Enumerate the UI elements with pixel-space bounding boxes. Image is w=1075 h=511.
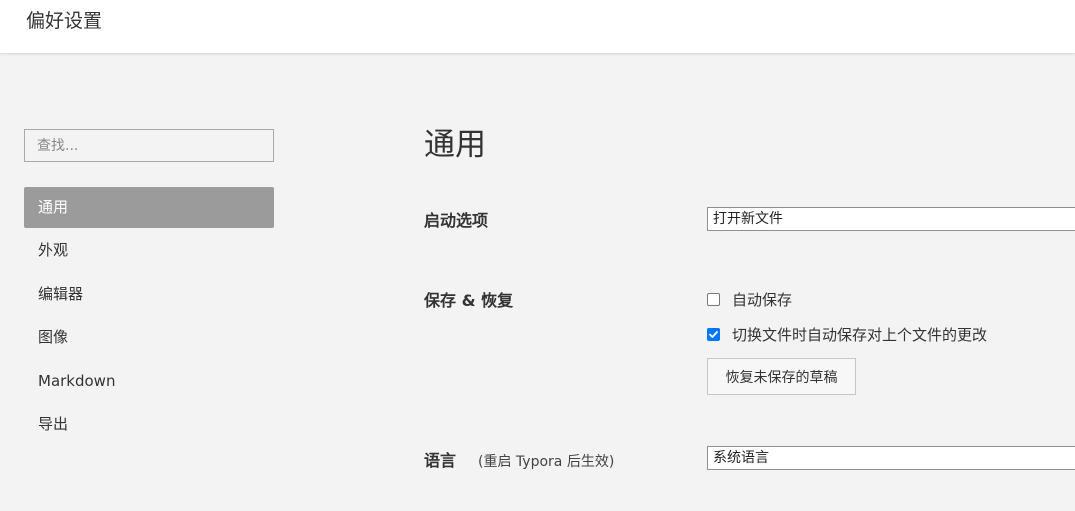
- autosave-checkbox[interactable]: [707, 292, 720, 306]
- autosave-on-switch-label: 切换文件时自动保存对上个文件的更改: [732, 325, 988, 344]
- language-select[interactable]: 系统语言: [707, 446, 1075, 470]
- language-row-label: 语言 (重启 Typora 后生效): [424, 447, 614, 471]
- checkmark-icon: [709, 330, 718, 338]
- sidebar-nav: 通用 外观 编辑器 图像 Markdown 导出: [24, 187, 274, 447]
- language-label: 语言: [424, 451, 457, 470]
- window-title: 偏好设置: [26, 10, 103, 32]
- sidebar-item-appearance[interactable]: 外观: [24, 230, 274, 271]
- sidebar-item-image[interactable]: 图像: [24, 317, 274, 358]
- language-hint: (重启 Typora 后生效): [478, 454, 615, 470]
- autosave-on-switch-checkbox[interactable]: [707, 327, 720, 341]
- sidebar-item-editor[interactable]: 编辑器: [24, 274, 274, 315]
- page-title: 通用: [424, 127, 486, 163]
- restore-drafts-button[interactable]: 恢复未保存的草稿: [707, 358, 856, 395]
- autosave-on-switch-option[interactable]: 切换文件时自动保存对上个文件的更改: [707, 324, 987, 344]
- autosave-option[interactable]: 自动保存: [707, 289, 792, 309]
- sidebar-item-general[interactable]: 通用: [24, 187, 274, 228]
- search-input[interactable]: [24, 129, 274, 162]
- sidebar-item-export[interactable]: 导出: [24, 404, 274, 445]
- autosave-label: 自动保存: [732, 290, 793, 309]
- sidebar-item-markdown[interactable]: Markdown: [24, 361, 274, 402]
- startup-label: 启动选项: [424, 211, 489, 230]
- startup-select[interactable]: 打开新文件: [707, 207, 1075, 231]
- title-bar: 偏好设置: [0, 0, 1075, 54]
- save-restore-label: 保存 & 恢复: [424, 291, 514, 310]
